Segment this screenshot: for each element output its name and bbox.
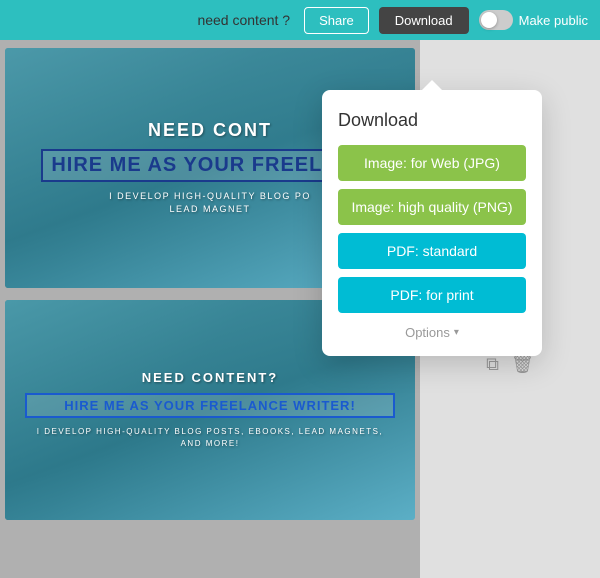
card2-need-content: NEED CONTENT? [25,370,395,385]
need-content-label: need content ? [197,12,290,28]
download-pdf-standard-button[interactable]: PDF: standard [338,233,526,269]
card2-hire-me: HIRE ME AS YOUR FREELANCE WRITER! [25,393,395,418]
dropdown-arrow [422,80,442,90]
make-public-toggle-wrap: Make public [479,10,588,30]
make-public-toggle[interactable] [479,10,513,30]
toolbar: need content ? Share Download Make publi… [0,0,600,40]
download-png-button[interactable]: Image: high quality (PNG) [338,189,526,225]
share-button[interactable]: Share [304,7,369,34]
card2-subtext: I DEVELOP HIGH-QUALITY BLOG POSTS, EBOOK… [25,426,395,450]
sidebar-actions: ⧉ 🗑 [486,354,534,375]
options-label: Options [405,325,450,340]
make-public-label: Make public [519,13,588,28]
download-button[interactable]: Download [379,7,469,34]
main-area: NEED CONT HIRE ME AS YOUR FREELANC I DEV… [0,40,600,578]
card-overlay-2: NEED CONTENT? HIRE ME AS YOUR FREELANCE … [5,350,415,470]
dropdown-title: Download [338,110,526,131]
options-link[interactable]: Options ▾ [338,325,526,340]
download-jpg-button[interactable]: Image: for Web (JPG) [338,145,526,181]
delete-icon[interactable]: 🗑 [511,354,534,375]
download-pdf-print-button[interactable]: PDF: for print [338,277,526,313]
chevron-down-icon: ▾ [454,327,459,338]
copy-icon[interactable]: ⧉ [486,354,499,375]
toggle-knob [481,12,497,28]
download-dropdown: Download Image: for Web (JPG) Image: hig… [322,90,542,356]
